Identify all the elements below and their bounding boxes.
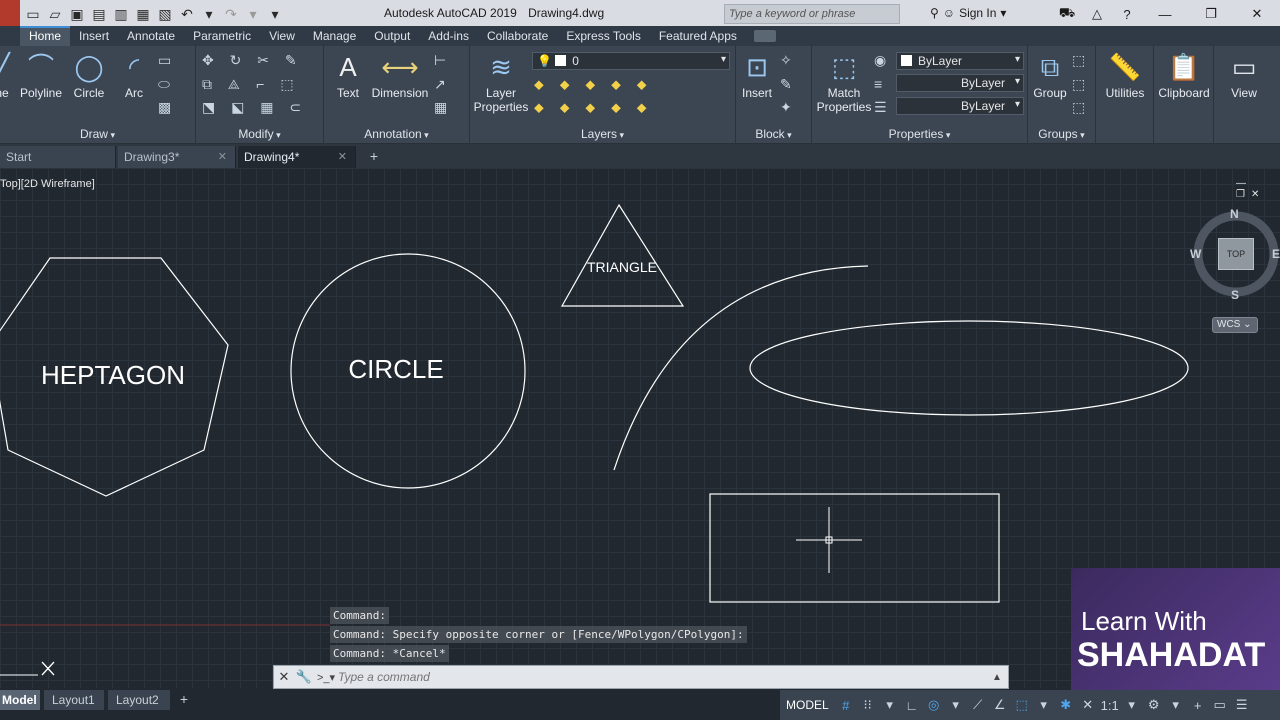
circle-label[interactable]: CIRCLE [348, 354, 443, 384]
object-snap-tracking-icon[interactable]: ∠ [989, 697, 1011, 713]
snap-icon[interactable]: ⁝⁝ [857, 697, 879, 713]
crosshair-cursor [796, 507, 862, 573]
triangle-shape[interactable] [560, 203, 685, 307]
viewcube-top-face[interactable]: TOP [1218, 238, 1254, 270]
model-space-toggle[interactable]: MODEL [780, 695, 835, 715]
customize-wrench-icon[interactable]: 🔧 [294, 669, 314, 685]
chevron-up-icon[interactable]: ▲ [992, 672, 1008, 683]
close-command-line-icon[interactable]: ✕ [274, 669, 294, 685]
command-history-line: Command: *Cancel* [330, 645, 449, 662]
chevron-down-icon: ⌄ [1243, 319, 1252, 330]
osnap-dropdown-icon[interactable]: ▾ [1033, 697, 1055, 713]
command-prompt-icon[interactable]: >_▾ [314, 671, 338, 684]
auto-scale-icon[interactable]: ✕ [1077, 697, 1099, 713]
rectangle-shape[interactable] [709, 493, 1000, 603]
annotation-visibility-icon[interactable]: ✱ [1055, 697, 1077, 713]
grid-icon[interactable]: # [835, 698, 857, 713]
wcs-menu[interactable]: WCS ⌄ [1212, 317, 1258, 333]
layout-tab-layout1[interactable]: Layout1 [44, 690, 104, 710]
command-input[interactable] [338, 670, 992, 684]
ellipse-shape[interactable] [749, 320, 1189, 416]
autocad-window: ▭ ▱ ▣ ▤ ▥ ▦ ▧ ↶ ▾ ↷ ▾ ▾ Autodesk AutoCAD… [0, 0, 1280, 720]
isolate-objects-icon[interactable]: ▭ [1209, 697, 1231, 713]
isodraft-icon[interactable]: ⟋ [967, 697, 989, 713]
compass-west[interactable]: W [1190, 247, 1201, 261]
channel-watermark: Learn With SHAHADAT [1071, 568, 1280, 690]
heptagon-label[interactable]: HEPTAGON [41, 360, 185, 390]
layout-tab-model[interactable]: Model [0, 690, 40, 710]
compass-north[interactable]: N [1230, 207, 1239, 221]
scale-dropdown-icon[interactable]: ▾ [1121, 697, 1143, 713]
add-layout-plus-icon[interactable]: + [174, 691, 194, 707]
status-bar: MODEL # ⁝⁝ ▾ ∟ ◎ ▾ ⟋ ∠ ⬚ ▾ ✱ ✕ 1:1 ▾ ⚙ ▾… [780, 690, 1280, 720]
polar-dropdown-icon[interactable]: ▾ [945, 697, 967, 713]
snap-dropdown-icon[interactable]: ▾ [879, 697, 901, 713]
watermark-line-1: Learn With [1081, 606, 1207, 636]
watermark-line-2: SHAHADAT [1077, 636, 1266, 674]
layout-tabs: Model Layout1 Layout2 + [0, 690, 780, 710]
gear-icon[interactable]: ⚙ [1143, 697, 1165, 713]
polar-tracking-icon[interactable]: ◎ [923, 697, 945, 713]
command-history-line: Command: [330, 607, 389, 624]
annotation-scale-value[interactable]: 1:1 [1099, 698, 1121, 713]
viewcube[interactable]: TOP N S W E [1188, 205, 1280, 305]
workspace-dropdown-icon[interactable]: ▾ [1165, 697, 1187, 713]
command-history-line: Command: Specify opposite corner or [Fen… [330, 626, 747, 643]
fullscreen-icon[interactable]: ☰ [1231, 697, 1253, 713]
compass-east[interactable]: E [1272, 247, 1280, 261]
wcs-label: WCS [1217, 319, 1241, 330]
command-line: ✕ 🔧 >_▾ ▲ [273, 665, 1009, 689]
object-snap-icon[interactable]: ⬚ [1011, 697, 1033, 713]
layout-tab-layout2[interactable]: Layout2 [108, 690, 170, 710]
plus-icon[interactable]: + [1187, 698, 1209, 713]
triangle-label[interactable]: TRIANGLE [587, 259, 657, 275]
ucs-icon [0, 661, 55, 676]
arc-shape[interactable] [613, 265, 869, 471]
ortho-icon[interactable]: ∟ [901, 698, 923, 713]
compass-south[interactable]: S [1231, 288, 1239, 302]
